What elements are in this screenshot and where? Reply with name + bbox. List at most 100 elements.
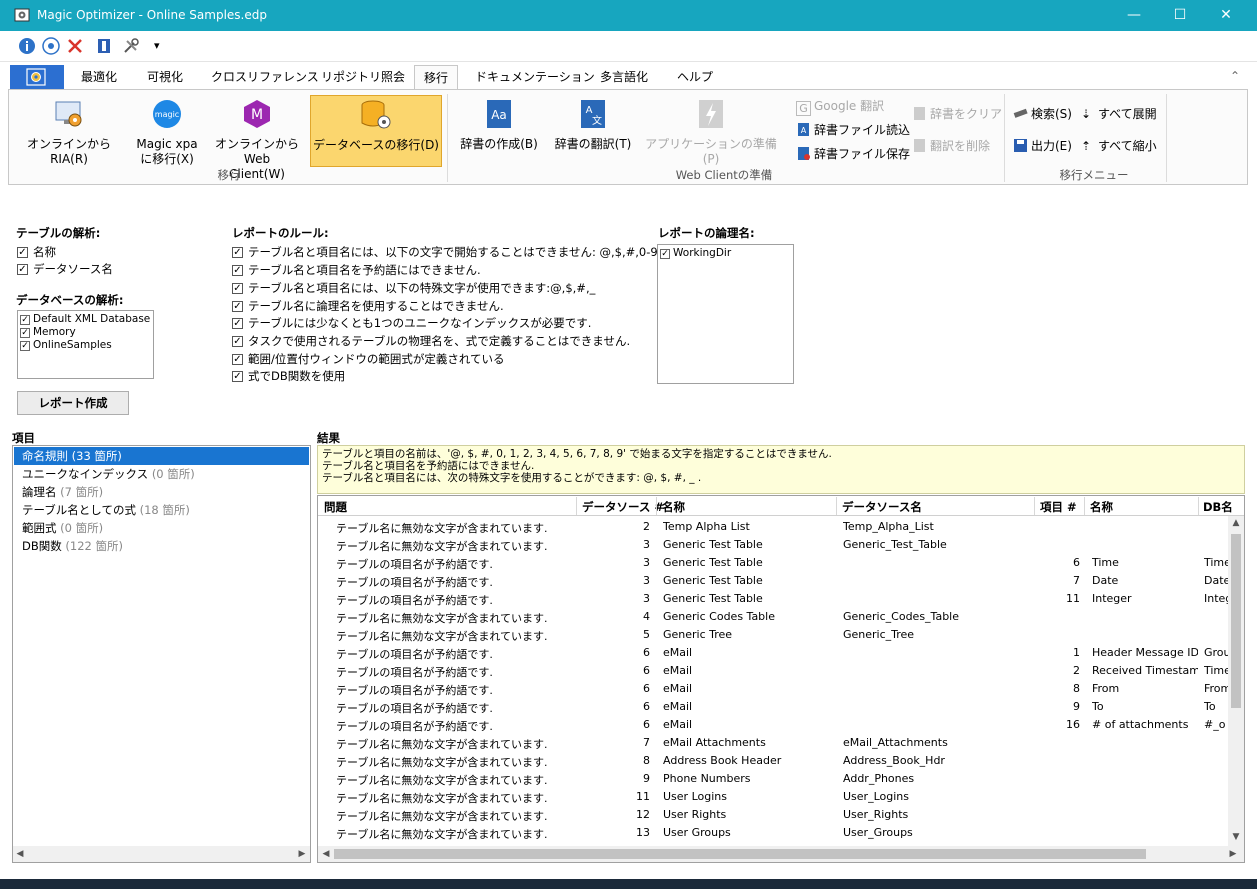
table-row[interactable]: テーブルの項目名が予約語です. 6 eMail 8 From From — [318, 680, 1228, 698]
tab-documentation[interactable]: ドキュメンテーション — [466, 65, 604, 89]
tools-icon[interactable] — [122, 37, 140, 55]
table-row[interactable]: テーブルの項目名が予約語です. 3 Generic Test Table 11 Inte… — [318, 590, 1228, 608]
delete-translation-button[interactable]: 翻訳を削除 — [912, 137, 990, 155]
column-header-datasource-number[interactable]: データソース # — [582, 499, 664, 515]
rule-checkbox[interactable]: ✓ テーブル名と項目名を予約語にはできません. — [232, 262, 481, 279]
collapse-ribbon-button[interactable]: ⌃ — [1230, 69, 1240, 83]
about-icon[interactable] — [42, 37, 60, 55]
table-row[interactable]: テーブル名に無効な文字が含まれています. 4 Generic Codes Table… — [318, 608, 1228, 626]
column-header-name[interactable]: 名称 — [662, 499, 685, 515]
column-separator[interactable] — [1084, 497, 1085, 515]
help-book-icon[interactable] — [95, 37, 113, 55]
tab-optimize[interactable]: 最適化 — [72, 65, 126, 89]
scroll-right-arrow[interactable]: ▶ — [297, 849, 307, 859]
checkbox-box: ✓ — [660, 249, 670, 259]
list-item[interactable]: テーブル名としての式 (18 箇所) — [14, 501, 309, 519]
table-analysis-datasource-checkbox[interactable]: ✓ データソース名 — [17, 261, 113, 278]
migrate-to-xpa-button[interactable]: magic Magic xpa に移行(X) — [125, 98, 209, 167]
column-separator[interactable] — [1034, 497, 1035, 515]
db-onlinesamples-checkbox[interactable]: ✓ OnlineSamples — [20, 339, 112, 352]
scroll-thumb[interactable] — [1231, 534, 1241, 708]
column-header-datasource-name[interactable]: データソース名 — [842, 499, 922, 515]
prepare-application-button[interactable]: アプリケーションの準備(P) — [641, 98, 781, 167]
vertical-scrollbar[interactable]: ▲ ▼ — [1228, 516, 1244, 846]
table-row[interactable]: テーブル名に無効な文字が含まれています. 9 Phone Numbers Addr_P… — [318, 770, 1228, 788]
clear-dictionary-button[interactable]: 辞書をクリア — [912, 105, 1002, 123]
table-row[interactable]: テーブル名に無効な文字が含まれています. 13 User Groups User_Gr… — [318, 824, 1228, 842]
scroll-left-arrow[interactable]: ◀ — [15, 849, 25, 859]
load-dictionary-file-button[interactable]: A 辞書ファイル読込 — [796, 121, 910, 139]
tab-visualize[interactable]: 可視化 — [138, 65, 192, 89]
table-row[interactable]: テーブル名に無効な文字が含まれています. 3 Generic Test Table G… — [318, 536, 1228, 554]
table-row[interactable]: テーブル名に無効な文字が含まれています. 5 Generic Tree Generic… — [318, 626, 1228, 644]
list-item[interactable]: 範囲式 (0 箇所) — [14, 519, 309, 537]
list-item[interactable]: 命名規則 (33 箇所) — [14, 447, 309, 465]
column-header-db-name[interactable]: DB名 — [1203, 499, 1233, 515]
db-default-xml-checkbox[interactable]: ✓ Default XML Database — [20, 313, 150, 326]
scroll-down-arrow[interactable]: ▼ — [1231, 832, 1241, 842]
online-to-ria-button[interactable]: オンラインからRIA(R) — [15, 98, 123, 167]
rule-checkbox[interactable]: ✓ テーブル名と項目名には、以下の文字で開始することはできません: @,$,#,0… — [232, 244, 658, 261]
cell-field-name: From — [1092, 682, 1120, 695]
table-row[interactable]: テーブル名に無効な文字が含まれています. 8 Address Book Header… — [318, 752, 1228, 770]
tab-repository-query[interactable]: リポジトリ照会 — [312, 65, 414, 89]
expand-all-button[interactable]: ⇣ すべて展開 — [1081, 105, 1157, 123]
tab-migration[interactable]: 移行 — [414, 65, 459, 89]
list-item[interactable]: DB関数 (122 箇所) — [14, 537, 309, 555]
db-memory-checkbox[interactable]: ✓ Memory — [20, 326, 76, 339]
rule-checkbox[interactable]: ✓ テーブル名と項目名には、以下の特殊文字が使用できます:@,$,#,_ — [232, 280, 595, 297]
rule-checkbox[interactable]: ✓ テーブル名に論理名を使用することはできません. — [232, 298, 504, 315]
column-header-problem[interactable]: 問題 — [324, 499, 347, 515]
info-icon[interactable] — [18, 37, 36, 55]
table-row[interactable]: テーブルの項目名が予約語です. 3 Generic Test Table 7 Date D… — [318, 572, 1228, 590]
table-row[interactable]: テーブル名に無効な文字が含まれています. 7 eMail Attachments eM… — [318, 734, 1228, 752]
table-row[interactable]: テーブルの項目名が予約語です. 3 Generic Test Table 6 Time T… — [318, 554, 1228, 572]
tab-help[interactable]: ヘルプ — [668, 65, 722, 89]
save-dictionary-file-button[interactable]: 辞書ファイル保存 — [796, 145, 910, 163]
tab-multilingual[interactable]: 多言語化 — [591, 65, 657, 89]
translate-dictionary-button[interactable]: A文 辞書の翻訳(T) — [549, 98, 637, 152]
collapse-all-button[interactable]: ⇡ すべて縮小 — [1081, 137, 1157, 155]
rule-checkbox[interactable]: ✓ 範囲/位置付ウィンドウの範囲式が定義されている — [232, 351, 505, 368]
minimize-button[interactable]: — — [1111, 0, 1157, 31]
google-translate-button[interactable]: G Google 翻訳 — [796, 97, 884, 116]
rule-checkbox[interactable]: ✓ テーブルには少なくとも1つのユニークなインデックスが必要です. — [232, 315, 591, 332]
list-item[interactable]: ユニークなインデックス (0 箇所) — [14, 465, 309, 483]
table-row[interactable]: テーブルの項目名が予約語です. 6 eMail 16 # of attachments #… — [318, 716, 1228, 734]
table-row[interactable]: テーブルの項目名が予約語です. 6 eMail 9 To To — [318, 698, 1228, 716]
scroll-left-arrow[interactable]: ◀ — [321, 849, 331, 859]
table-row[interactable]: テーブル名に無効な文字が含まれています. 2 Temp Alpha List Temp… — [318, 518, 1228, 536]
table-row[interactable]: テーブル名に無効な文字が含まれています. 11 User Logins User_Lo… — [318, 788, 1228, 806]
column-separator[interactable] — [836, 497, 837, 515]
column-header-field-name[interactable]: 名称 — [1090, 499, 1113, 515]
horizontal-scrollbar[interactable]: ◀ ▶ — [13, 846, 310, 862]
column-separator[interactable] — [1198, 497, 1199, 515]
create-dictionary-button[interactable]: Aa 辞書の作成(B) — [455, 98, 543, 152]
search-button[interactable]: 検索(S) — [1013, 105, 1072, 123]
customize-qat-button[interactable]: ▾ — [154, 39, 160, 52]
logical-names-list: ✓ WorkingDir — [657, 244, 794, 384]
horizontal-scrollbar[interactable]: ◀ ▶ — [318, 846, 1244, 862]
list-item[interactable]: 論理名 (7 箇所) — [14, 483, 309, 501]
output-button[interactable]: 出力(E) — [1013, 137, 1072, 155]
column-separator[interactable] — [576, 497, 577, 515]
scroll-up-arrow[interactable]: ▲ — [1231, 518, 1241, 528]
delete-icon[interactable] — [66, 37, 84, 55]
tab-cross-reference[interactable]: クロスリファレンス — [202, 65, 328, 89]
rule-checkbox[interactable]: ✓ タスクで使用されるテーブルの物理名を、式で定義することはできません. — [232, 333, 630, 350]
column-header-field-number[interactable]: 項目 # — [1040, 499, 1077, 515]
database-migration-button[interactable]: データベースの移行(D) — [310, 95, 442, 167]
scroll-right-arrow[interactable]: ▶ — [1228, 849, 1238, 859]
table-analysis-name-checkbox[interactable]: ✓ 名称 — [17, 244, 56, 261]
maximize-button[interactable]: ☐ — [1157, 0, 1203, 31]
create-report-button[interactable]: レポート作成 — [17, 391, 129, 415]
cell-datasource-name: eMail_Attachments — [843, 736, 948, 749]
column-separator[interactable] — [656, 497, 657, 515]
table-row[interactable]: テーブル名に無効な文字が含まれています. 12 User Rights User_Ri… — [318, 806, 1228, 824]
scroll-thumb[interactable] — [334, 849, 1146, 859]
logical-name-workingdir-checkbox[interactable]: ✓ WorkingDir — [660, 247, 731, 260]
table-row[interactable]: テーブルの項目名が予約語です. 6 eMail 1 Header Message ID G… — [318, 644, 1228, 662]
rule-checkbox[interactable]: ✓ 式でDB関数を使用 — [232, 368, 345, 385]
close-window-button[interactable]: ✕ — [1203, 0, 1249, 31]
table-row[interactable]: テーブルの項目名が予約語です. 6 eMail 2 Received Timestamp… — [318, 662, 1228, 680]
